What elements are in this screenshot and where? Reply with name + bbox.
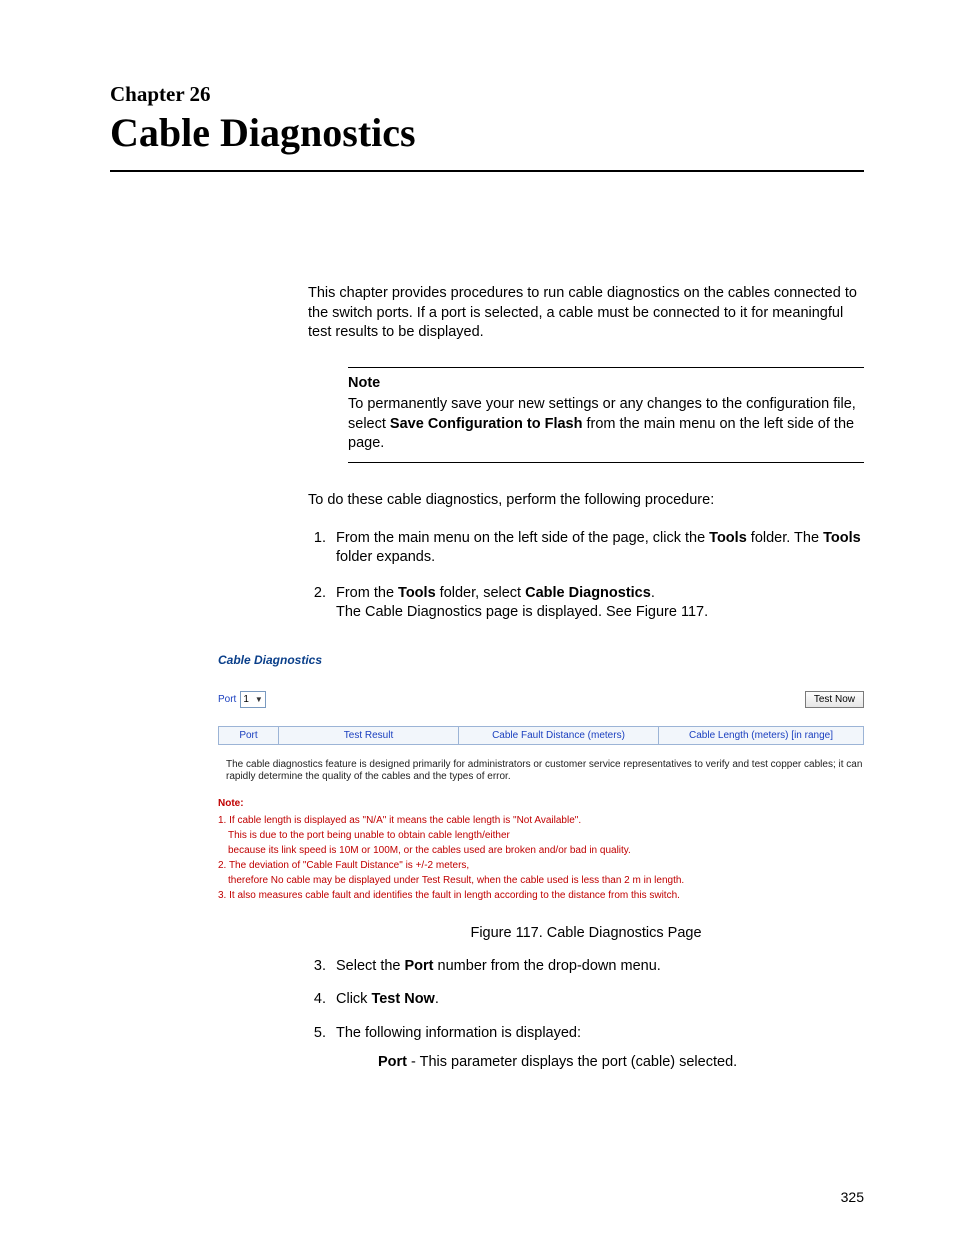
step-1: From the main menu on the left side of t… — [330, 529, 864, 568]
step-4-text-a: Click — [336, 991, 371, 1007]
page-number: 325 — [841, 1189, 864, 1205]
step-1-bold-2: Tools — [823, 530, 861, 546]
step-2-text-e: . — [651, 585, 655, 601]
step-2-line2: The Cable Diagnostics page is displayed.… — [336, 604, 708, 620]
step-3-text-a: Select the — [336, 958, 405, 974]
procedure-list: From the main menu on the left side of t… — [308, 529, 864, 623]
step-5-sub-bold: Port — [378, 1054, 407, 1070]
screenshot-note-heading: Note: — [218, 796, 864, 811]
port-selector-group: Port 1 ▼ — [218, 691, 266, 708]
step-4: Click Test Now. — [330, 990, 864, 1010]
screenshot-note: Note: 1. If cable length is displayed as… — [218, 796, 864, 903]
step-1-text-e: folder expands. — [336, 549, 435, 565]
screenshot-note-1b: because its link speed is 10M or 100M, o… — [218, 843, 864, 858]
note-label: Note — [348, 374, 864, 394]
step-4-text-c: . — [435, 991, 439, 1007]
figure-caption: Figure 117. Cable Diagnostics Page — [308, 925, 864, 941]
step-1-text-a: From the main menu on the left side of t… — [336, 530, 709, 546]
col-fault-distance: Cable Fault Distance (meters) — [459, 726, 659, 744]
port-dropdown-value: 1 — [243, 693, 249, 706]
step-5: The following information is displayed: … — [330, 1024, 864, 1073]
screenshot-note-2a: therefore No cable may be displayed unde… — [218, 873, 864, 888]
step-5-subitem: Port - This parameter displays the port … — [378, 1053, 864, 1073]
chapter-title: Cable Diagnostics — [110, 109, 864, 172]
col-test-result: Test Result — [279, 726, 459, 744]
step-2-bold-2: Cable Diagnostics — [525, 585, 651, 601]
step-2-bold-1: Tools — [398, 585, 436, 601]
step-2-text-a: From the — [336, 585, 398, 601]
note-text-bold: Save Configuration to Flash — [390, 416, 583, 432]
step-4-bold: Test Now — [371, 991, 434, 1007]
screenshot-description: The cable diagnostics feature is designe… — [226, 759, 864, 784]
step-1-bold-1: Tools — [709, 530, 747, 546]
results-table: Port Test Result Cable Fault Distance (m… — [218, 726, 864, 745]
step-2: From the Tools folder, select Cable Diag… — [330, 584, 864, 623]
chevron-down-icon: ▼ — [255, 693, 263, 706]
step-5-text: The following information is displayed: — [336, 1025, 581, 1041]
body-column: This chapter provides procedures to run … — [308, 284, 864, 623]
step-1-text-c: folder. The — [747, 530, 823, 546]
screenshot-cable-diagnostics: Cable Diagnostics Port 1 ▼ Test Now Port — [218, 653, 864, 903]
screenshot-toolbar: Port 1 ▼ Test Now — [218, 691, 864, 708]
screenshot-note-2: 2. The deviation of "Cable Fault Distanc… — [218, 860, 469, 871]
col-port: Port — [219, 726, 279, 744]
step-5-sub-text: - This parameter displays the port (cabl… — [407, 1054, 737, 1070]
step-2-text-c: folder, select — [436, 585, 525, 601]
test-now-button[interactable]: Test Now — [805, 691, 864, 708]
note-box: Note To permanently save your new settin… — [348, 367, 864, 463]
screenshot-note-3: 3. It also measures cable fault and iden… — [218, 890, 680, 901]
chapter-label: Chapter 26 — [110, 82, 864, 107]
step-3-bold: Port — [405, 958, 434, 974]
col-cable-length: Cable Length (meters) [in range] — [659, 726, 864, 744]
screenshot-note-1: 1. If cable length is displayed as "N/A"… — [218, 815, 581, 826]
page: Chapter 26 Cable Diagnostics This chapte… — [0, 0, 954, 1235]
table-header-row: Port Test Result Cable Fault Distance (m… — [219, 726, 864, 744]
screenshot-note-1a: This is due to the port being unable to … — [218, 828, 864, 843]
procedure-list-continued: Select the Port number from the drop-dow… — [308, 957, 864, 1073]
step-3-text-c: number from the drop-down menu. — [434, 958, 661, 974]
lead-text: To do these cable diagnostics, perform t… — [308, 491, 864, 511]
screenshot-title: Cable Diagnostics — [218, 653, 864, 667]
port-label: Port — [218, 694, 236, 705]
intro-paragraph: This chapter provides procedures to run … — [308, 284, 864, 343]
port-dropdown[interactable]: 1 ▼ — [240, 691, 265, 708]
step-3: Select the Port number from the drop-dow… — [330, 957, 864, 977]
